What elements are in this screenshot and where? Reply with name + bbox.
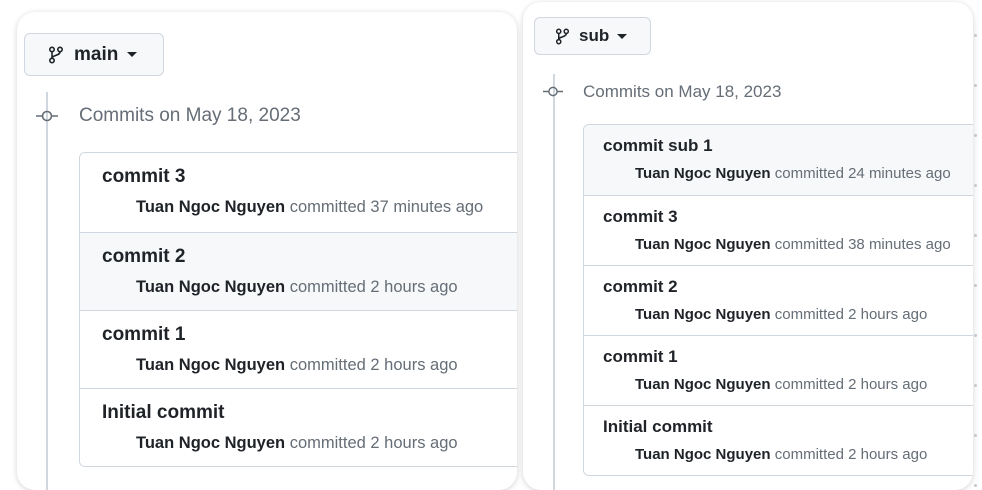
commit-author[interactable]: Tuan Ngoc Nguyen [136,278,285,296]
edge-dot [974,434,977,437]
commit-author[interactable]: Tuan Ngoc Nguyen [635,236,771,253]
commit-list: commit 3 Tuan Ngoc Nguyen committed 37 m… [79,152,517,467]
commit-title-link[interactable]: commit 3 [102,166,185,188]
commit-author[interactable]: Tuan Ngoc Nguyen [136,434,285,452]
commit-time: committed 2 hours ago [774,376,928,393]
commit-meta: Tuan Ngoc Nguyen committed 2 hours ago [136,434,458,453]
commit-meta: Tuan Ngoc Nguyen committed 38 minutes ag… [635,236,951,253]
caret-down-icon [127,52,138,57]
timeline-line [46,92,48,490]
git-commit-icon [36,109,58,123]
edge-dot [974,284,977,287]
commit-title-link[interactable]: commit sub 1 [603,136,713,156]
commit-meta: Tuan Ngoc Nguyen committed 2 hours ago [635,306,927,323]
timeline-line [553,74,555,490]
branch-name: main [74,43,119,65]
commit-meta: Tuan Ngoc Nguyen committed 2 hours ago [136,356,458,375]
adjacent-panel-edge [973,0,982,490]
commit-row[interactable]: commit 2 Tuan Ngoc Nguyen committed 2 ho… [80,232,517,310]
commit-author[interactable]: Tuan Ngoc Nguyen [136,356,285,374]
commit-title-link[interactable]: commit 1 [603,347,678,367]
commit-title-link[interactable]: commit 2 [603,277,678,297]
commit-meta: Tuan Ngoc Nguyen committed 37 minutes ag… [136,198,483,217]
edge-dot [974,484,977,487]
edge-dot [974,334,977,337]
edge-dot [974,184,977,187]
commit-title-link[interactable]: commit 3 [603,207,678,227]
commit-date-heading: Commits on May 18, 2023 [79,105,301,126]
edge-dot [974,384,977,387]
edge-dot [974,134,977,137]
commit-time: committed 2 hours ago [289,356,458,374]
branch-selector-button[interactable]: sub [534,17,651,55]
commit-time: committed 2 hours ago [774,446,928,463]
commit-meta: Tuan Ngoc Nguyen committed 24 minutes ag… [635,165,951,182]
commit-title-link[interactable]: Initial commit [603,417,713,437]
commit-author[interactable]: Tuan Ngoc Nguyen [635,376,771,393]
git-branch-icon [48,45,64,64]
commit-list: commit sub 1 Tuan Ngoc Nguyen committed … [583,124,973,476]
commit-time: committed 2 hours ago [289,434,458,452]
git-commit-icon [543,85,563,98]
commit-time: committed 38 minutes ago [774,236,951,253]
commit-title-link[interactable]: commit 2 [102,246,185,268]
commits-panel-sub: sub Commits on May 18, 2023 commit sub 1… [523,2,973,490]
commit-meta: Tuan Ngoc Nguyen committed 2 hours ago [136,278,458,297]
commit-time: committed 37 minutes ago [289,198,484,216]
commit-row[interactable]: commit 3 Tuan Ngoc Nguyen committed 38 m… [584,195,973,265]
commit-row[interactable]: commit 3 Tuan Ngoc Nguyen committed 37 m… [80,153,517,232]
commit-meta: Tuan Ngoc Nguyen committed 2 hours ago [635,446,927,463]
commit-row[interactable]: commit 1 Tuan Ngoc Nguyen committed 2 ho… [584,335,973,405]
edge-dot [974,34,977,37]
commit-meta: Tuan Ngoc Nguyen committed 2 hours ago [635,376,927,393]
commit-time: committed 24 minutes ago [774,165,951,182]
commit-row[interactable]: commit 2 Tuan Ngoc Nguyen committed 2 ho… [584,265,973,335]
commit-author[interactable]: Tuan Ngoc Nguyen [635,165,771,182]
branch-selector-button[interactable]: main [24,33,164,76]
branch-name: sub [579,26,610,45]
commit-author[interactable]: Tuan Ngoc Nguyen [635,446,771,463]
commit-date-heading: Commits on May 18, 2023 [583,82,782,101]
commit-title-link[interactable]: commit 1 [102,324,185,346]
commit-time: committed 2 hours ago [289,278,458,296]
commit-author[interactable]: Tuan Ngoc Nguyen [136,198,285,216]
edge-dot [974,84,977,87]
commit-row[interactable]: Initial commit Tuan Ngoc Nguyen committe… [584,405,973,475]
commit-time: committed 2 hours ago [774,306,928,323]
caret-down-icon [617,33,628,39]
commit-row[interactable]: commit 1 Tuan Ngoc Nguyen committed 2 ho… [80,310,517,388]
commit-row[interactable]: commit sub 1 Tuan Ngoc Nguyen committed … [584,125,973,195]
commits-panel-main: main Commits on May 18, 2023 commit 3 Tu… [17,12,517,490]
git-branch-icon [555,28,570,45]
commit-row[interactable]: Initial commit Tuan Ngoc Nguyen committe… [80,388,517,466]
edge-dot [974,234,977,237]
commit-title-link[interactable]: Initial commit [102,402,224,424]
commit-author[interactable]: Tuan Ngoc Nguyen [635,306,771,323]
